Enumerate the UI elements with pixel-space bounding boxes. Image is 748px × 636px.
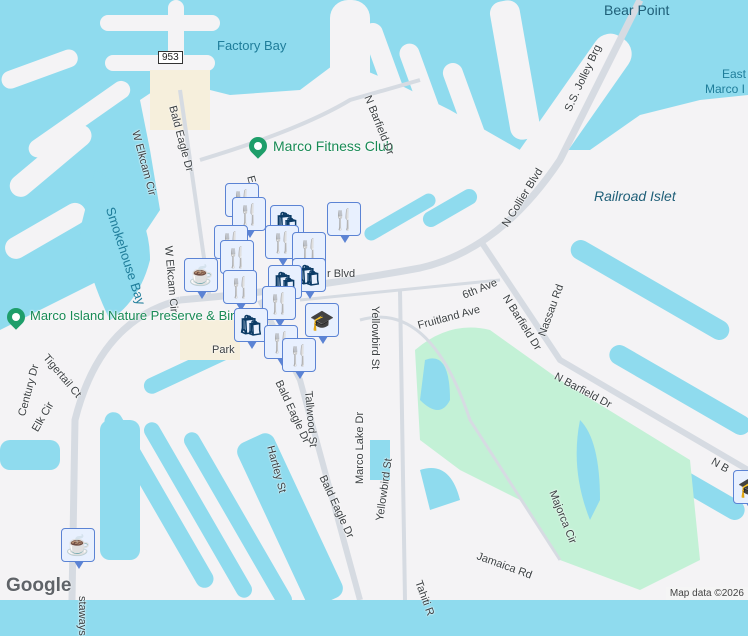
label-east-marco-2: Marco I: [705, 82, 746, 96]
street-marco-lake: Marco Lake Dr: [354, 411, 366, 484]
map-attribution[interactable]: Map data ©2026: [665, 587, 748, 600]
marker-school[interactable]: 🎓: [305, 303, 339, 344]
marker-cafe[interactable]: ☕: [61, 528, 95, 569]
label-factory-bay: Factory Bay: [217, 38, 287, 53]
marker-cafe[interactable]: ☕: [184, 258, 218, 299]
map-canvas[interactable]: [0, 0, 748, 600]
street-park: Park: [212, 344, 235, 356]
label-railroad-islet: Railroad Islet: [594, 188, 676, 204]
marker-restaurant[interactable]: 🍴: [327, 202, 361, 243]
label-east-marco-1: East: [722, 67, 747, 81]
street-castaways: staways: [76, 596, 88, 636]
label-bear-point: Bear Point: [604, 2, 670, 18]
street-collier-partial: r Blvd: [327, 268, 356, 280]
google-logo: Google: [6, 575, 72, 596]
marker-school[interactable]: 🎓: [733, 470, 748, 511]
route-953-shield: 953: [158, 51, 183, 64]
street-yellowbird-1: Yellowbird St: [369, 306, 381, 370]
marker-restaurant[interactable]: 🍴: [220, 240, 254, 281]
marker-shopping[interactable]: 🛍: [234, 308, 268, 349]
poi-marco-fitness-club[interactable]: Marco Fitness Club: [273, 138, 394, 154]
poi-nature-preserve[interactable]: Marco Island Nature Preserve & Bird...: [30, 308, 253, 323]
marker-restaurant[interactable]: 🍴: [223, 270, 257, 311]
marker-restaurant[interactable]: 🍴: [282, 338, 316, 379]
